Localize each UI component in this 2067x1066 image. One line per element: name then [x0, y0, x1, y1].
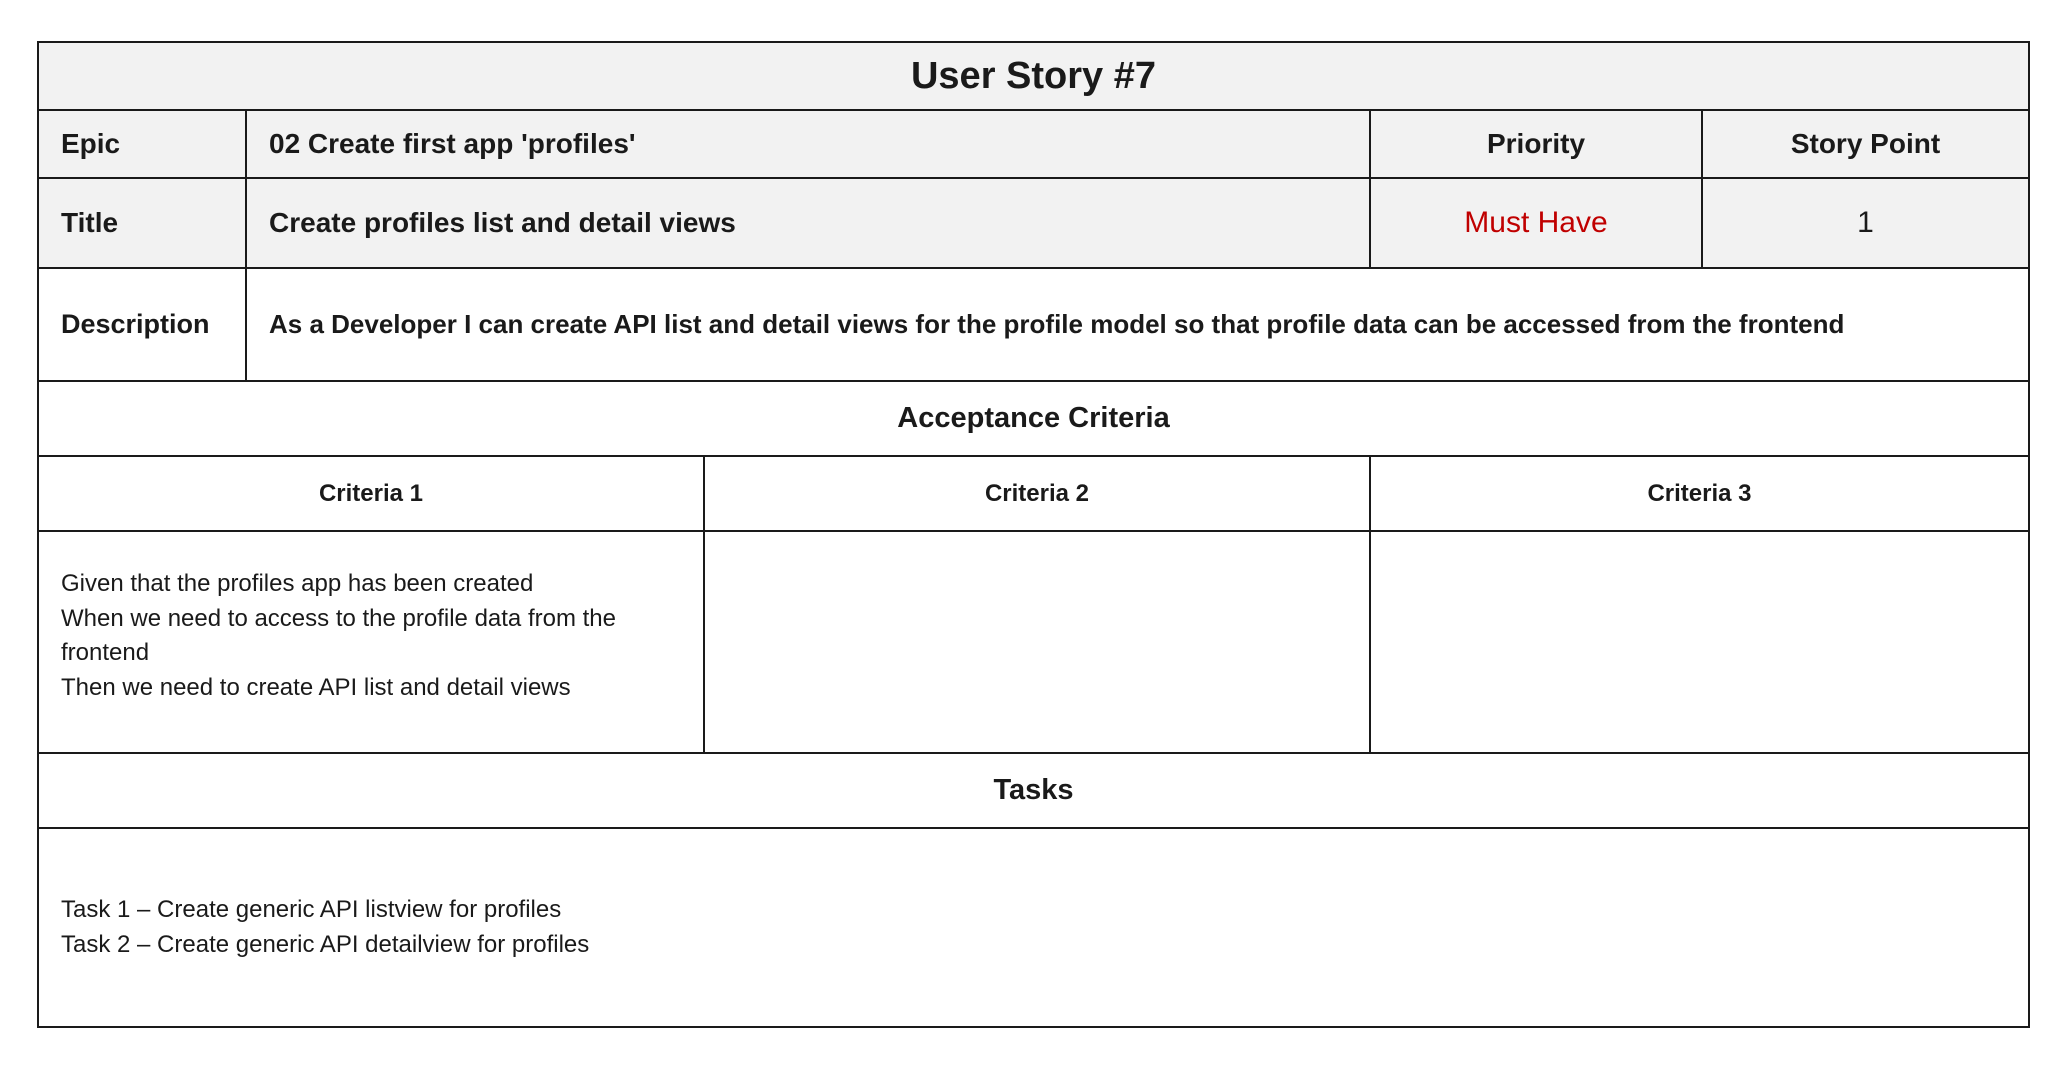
description-label-cell: Description	[39, 269, 245, 380]
task-item: Task 1 – Create generic API listview for…	[61, 896, 562, 923]
criteria-body-row: Given that the profiles app has been cre…	[39, 532, 2028, 754]
story-title-cell: User Story #7	[39, 43, 2028, 109]
criteria-1-text: Given that the profiles app has been cre…	[61, 567, 616, 705]
criteria-2-header-cell: Criteria 2	[703, 457, 1369, 530]
priority-header-cell: Priority	[1369, 111, 1701, 177]
description-label: Description	[61, 309, 210, 339]
tasks-body-cell: Task 1 – Create generic API listview for…	[39, 829, 2028, 1026]
criteria-2-heading: Criteria 2	[984, 479, 1090, 507]
tasks-heading: Tasks	[993, 774, 1074, 806]
epic-value-cell: 02 Create first app 'profiles'	[245, 111, 1369, 177]
criteria-3-header-cell: Criteria 3	[1369, 457, 2028, 530]
criteria-1-heading: Criteria 1	[318, 479, 424, 507]
story-point-label: Story Point	[1790, 128, 1941, 159]
title-row: Title Create profiles list and detail vi…	[39, 179, 2028, 269]
task-item: Task 2 – Create generic API detailview f…	[61, 930, 590, 958]
criteria-3-body-cell	[1369, 532, 2028, 752]
criteria-1-header-cell: Criteria 1	[39, 457, 703, 530]
epic-label-cell: Epic	[39, 111, 245, 177]
tasks-list: Task 1 – Create generic API listview for…	[61, 893, 589, 962]
priority-label: Priority	[1486, 128, 1586, 159]
criteria-header-row: Criteria 1 Criteria 2 Criteria 3	[39, 457, 2028, 532]
tasks-header-cell: Tasks	[39, 754, 2028, 827]
criteria-1-line: When we need to access to the profile da…	[61, 604, 616, 632]
user-story-card: User Story #7 Epic 02 Create first app '…	[37, 41, 2030, 1028]
description-value: As a Developer I can create API list and…	[269, 309, 1845, 339]
tasks-body-row: Task 1 – Create generic API listview for…	[39, 829, 2028, 1026]
description-value-cell: As a Developer I can create API list and…	[245, 269, 2028, 380]
story-point-value: 1	[1857, 206, 1874, 239]
title-label-cell: Title	[39, 179, 245, 267]
criteria-1-line: Then we need to create API list and deta…	[61, 673, 571, 701]
criteria-2-body-cell	[703, 532, 1369, 752]
title-value-cell: Create profiles list and detail views	[245, 179, 1369, 267]
story-title: User Story #7	[910, 54, 1156, 97]
criteria-1-line: Given that the profiles app has been cre…	[61, 570, 534, 597]
epic-row: Epic 02 Create first app 'profiles' Prio…	[39, 111, 2028, 179]
acceptance-header-cell: Acceptance Criteria	[39, 382, 2028, 455]
title-label: Title	[61, 207, 119, 238]
tasks-header-row: Tasks	[39, 754, 2028, 829]
priority-value: Must Have	[1464, 206, 1608, 239]
story-title-row: User Story #7	[39, 43, 2028, 111]
acceptance-header-row: Acceptance Criteria	[39, 382, 2028, 457]
priority-value-cell: Must Have	[1369, 179, 1701, 267]
criteria-3-heading: Criteria 3	[1647, 479, 1752, 507]
epic-value: 02 Create first app 'profiles'	[269, 128, 636, 159]
story-point-header-cell: Story Point	[1701, 111, 2028, 177]
title-value: Create profiles list and detail views	[269, 207, 736, 238]
description-row: Description As a Developer I can create …	[39, 269, 2028, 382]
acceptance-criteria-heading: Acceptance Criteria	[897, 402, 1170, 434]
epic-label: Epic	[61, 128, 121, 159]
criteria-1-line: frontend	[61, 639, 150, 666]
story-point-value-cell: 1	[1701, 179, 2028, 267]
criteria-1-body-cell: Given that the profiles app has been cre…	[39, 532, 703, 752]
